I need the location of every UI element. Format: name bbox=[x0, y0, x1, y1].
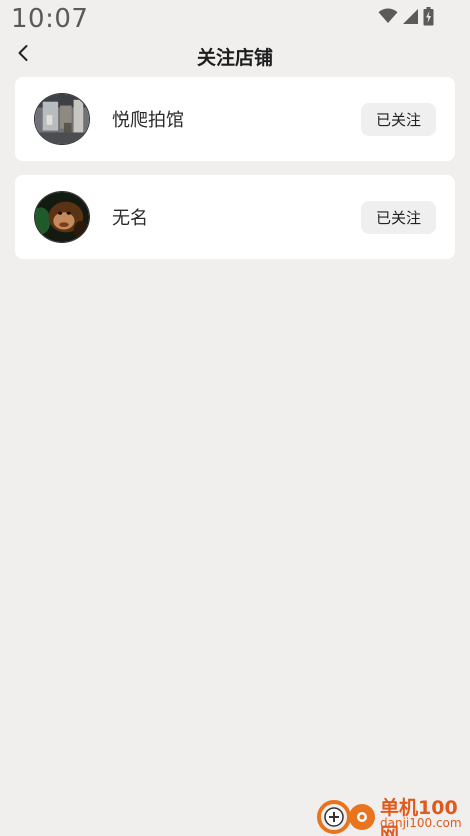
wifi-icon bbox=[378, 8, 398, 24]
store-list: 悦爬拍馆 已关注 无名 已关注 bbox=[15, 77, 455, 273]
followed-button[interactable]: 已关注 bbox=[361, 201, 436, 234]
battery-charging-icon bbox=[423, 6, 434, 26]
watermark-logo-icon bbox=[316, 796, 378, 836]
watermark: 单机100网 danji100.com bbox=[316, 792, 466, 836]
followed-button[interactable]: 已关注 bbox=[361, 103, 436, 136]
status-bar: 10:07 bbox=[0, 0, 470, 40]
store-avatar[interactable] bbox=[34, 93, 90, 145]
app-header: 关注店铺 bbox=[0, 40, 470, 72]
status-time: 10:07 bbox=[11, 4, 89, 34]
screen: 10:07 关注店铺 悦爬拍馆 已关注 无名 已关注 单机100网 danji1… bbox=[0, 0, 470, 836]
store-card[interactable]: 无名 已关注 bbox=[15, 175, 455, 259]
watermark-url: danji100.com bbox=[380, 816, 462, 830]
store-name[interactable]: 悦爬拍馆 bbox=[112, 106, 184, 132]
store-name[interactable]: 无名 bbox=[112, 204, 148, 230]
page-title: 关注店铺 bbox=[196, 47, 273, 69]
status-icons bbox=[378, 6, 434, 26]
signal-icon bbox=[402, 8, 419, 25]
store-avatar[interactable] bbox=[34, 191, 90, 243]
store-card[interactable]: 悦爬拍馆 已关注 bbox=[15, 77, 455, 161]
